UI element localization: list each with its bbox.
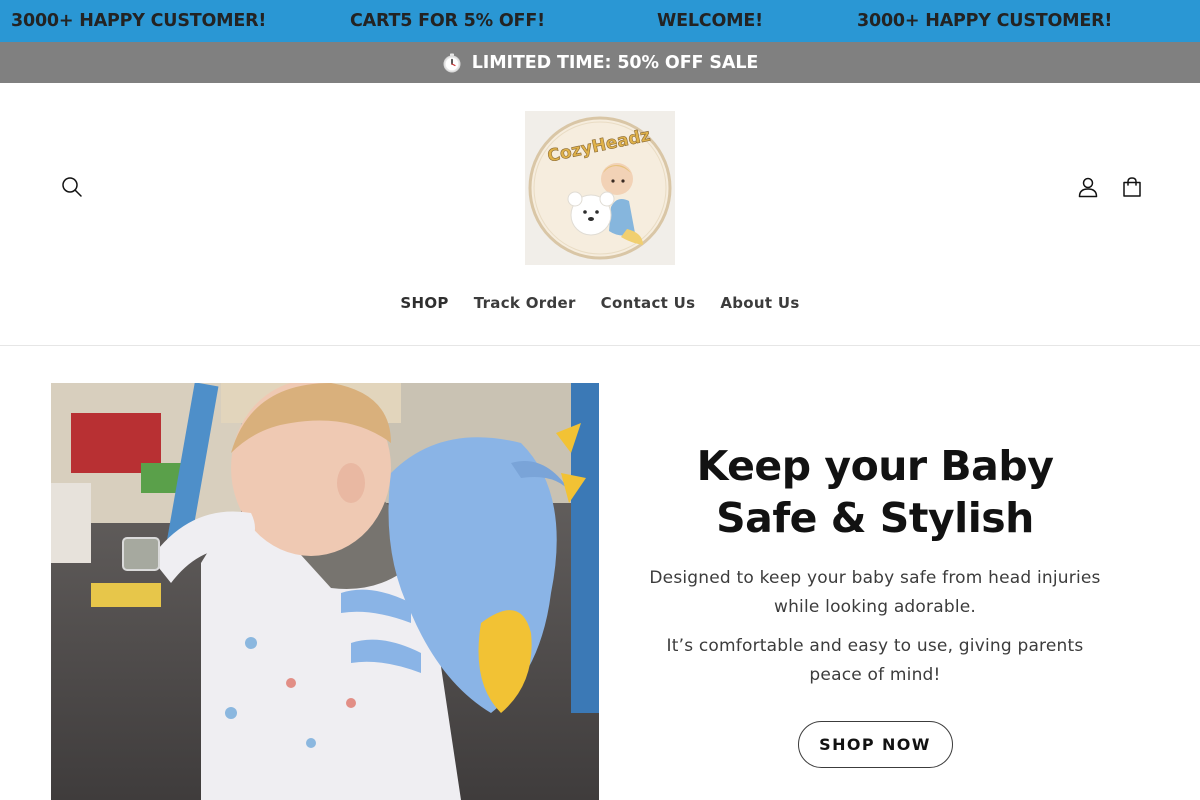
- account-button[interactable]: [1066, 165, 1110, 209]
- user-icon: [1078, 177, 1098, 198]
- site-header: CozyHeadz SHOP Track Order Contact Us Ab…: [0, 83, 1200, 346]
- hero-description: Designed to keep your baby safe from hea…: [649, 568, 1101, 617]
- hero-subdescription: It’s comfortable and easy to use, giving…: [666, 636, 1084, 685]
- marquee-item: 3000+ HAPPY CUSTOMER!: [857, 11, 1113, 31]
- main-navigation: SHOP Track Order Contact Us About Us: [0, 281, 1200, 325]
- nav-item-shop[interactable]: SHOP: [388, 281, 461, 325]
- shopping-bag-icon: [1123, 177, 1141, 197]
- stopwatch-icon: [442, 53, 462, 73]
- hero-title: Keep your Baby Safe & Stylish: [640, 440, 1110, 544]
- shop-now-button[interactable]: SHOP NOW: [797, 721, 953, 768]
- hero-title-line1: Keep your Baby: [696, 442, 1054, 490]
- store-logo[interactable]: CozyHeadz: [525, 111, 675, 265]
- cart-button[interactable]: [1110, 165, 1154, 209]
- marquee-item: 3000+ HAPPY CUSTOMER!: [11, 11, 267, 31]
- nav-item-track-order[interactable]: Track Order: [461, 281, 588, 325]
- search-icon: [62, 177, 82, 197]
- announcement-text: LIMITED TIME: 50% OFF SALE: [471, 52, 759, 73]
- hero-title-line2: Safe & Stylish: [716, 494, 1034, 542]
- marquee-item: CART5 FOR 5% OFF!: [350, 11, 545, 31]
- announcement-bar: LIMITED TIME: 50% OFF SALE: [0, 42, 1200, 83]
- hero-content: Keep your Baby Safe & Stylish Designed t…: [640, 440, 1110, 768]
- marquee-item: WELCOME!: [657, 11, 763, 31]
- hero-image: [51, 383, 599, 800]
- nav-item-contact-us[interactable]: Contact Us: [588, 281, 708, 325]
- nav-item-about-us[interactable]: About Us: [708, 281, 812, 325]
- search-button[interactable]: [50, 165, 94, 209]
- promo-marquee: 3000+ HAPPY CUSTOMER! CART5 FOR 5% OFF! …: [0, 0, 1200, 42]
